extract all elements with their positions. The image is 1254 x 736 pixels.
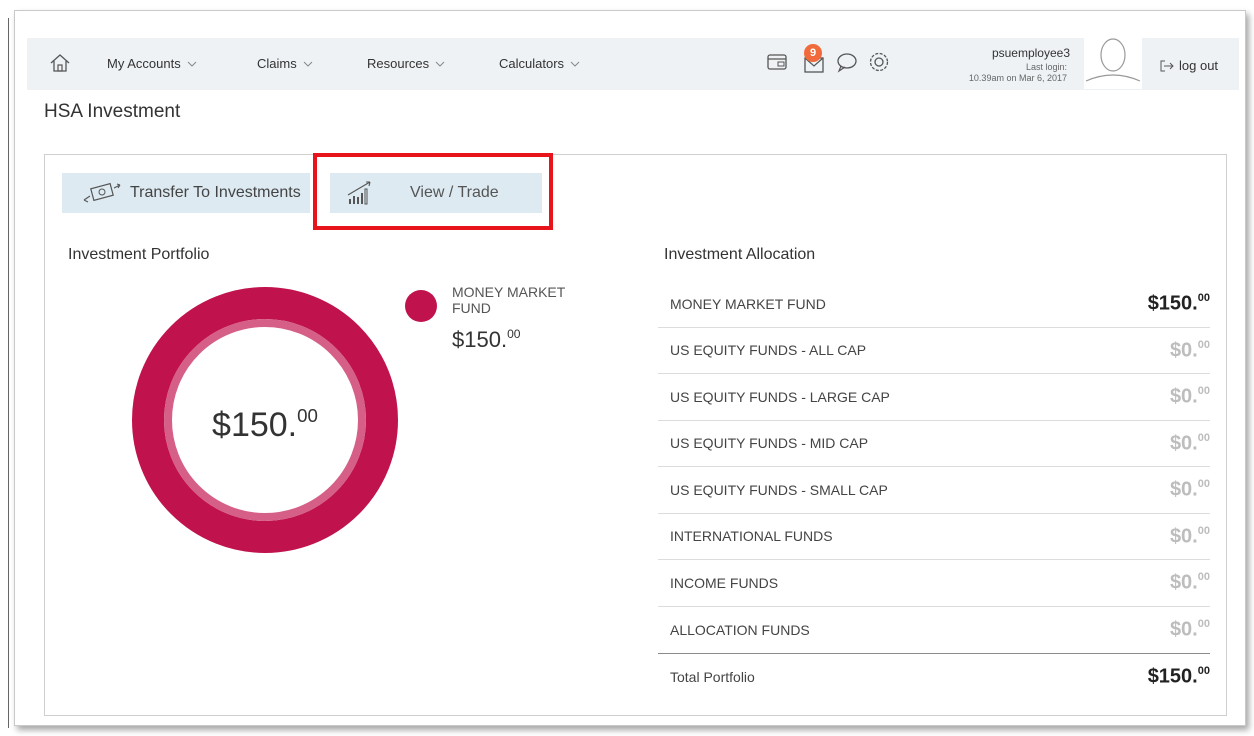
home-icon[interactable] <box>49 52 71 74</box>
last-login-value: 10.39am on Mar 6, 2017 <box>968 73 1067 83</box>
nav-calculators-label: Calculators <box>499 56 565 71</box>
fund-amount-cents: 00 <box>1197 524 1210 537</box>
legend-value: $150.00 <box>452 327 521 353</box>
legend-value-cents: 00 <box>507 327 521 341</box>
fund-amount-cents: 00 <box>1197 431 1210 444</box>
fund-amount-cents: 00 <box>1197 292 1210 305</box>
nav-resources-label: Resources <box>367 56 430 71</box>
nav-my-accounts[interactable]: My Accounts <box>107 56 197 71</box>
fund-amount-main: $0. <box>1169 524 1198 547</box>
investment-portfolio-title: Investment Portfolio <box>68 246 210 263</box>
portfolio-total-cents: 00 <box>297 405 318 426</box>
nav-claims[interactable]: Claims <box>257 56 313 71</box>
fund-name: INTERNATIONAL FUNDS <box>670 528 833 545</box>
logout-link[interactable]: log out <box>1160 58 1218 73</box>
user-name: psuemployee3 <box>991 46 1070 60</box>
fund-amount: $0.00 <box>1170 385 1210 408</box>
card-icon[interactable] <box>765 50 789 74</box>
page-title: HSA Investment <box>44 101 181 122</box>
fund-name: MONEY MARKET FUND <box>670 295 826 312</box>
portfolio-total-main: $150. <box>212 406 298 445</box>
total-amount-main: $150. <box>1147 665 1198 688</box>
allocation-row: MONEY MARKET FUND $150.00 <box>658 281 1210 328</box>
fund-amount-main: $0. <box>1169 338 1198 361</box>
legend-swatch <box>405 290 437 322</box>
chevron-down-icon <box>187 61 197 67</box>
allocation-row: US EQUITY FUNDS - ALL CAP $0.00 <box>658 328 1210 374</box>
chevron-down-icon <box>435 61 445 67</box>
nav-calculators[interactable]: Calculators <box>499 56 580 71</box>
fund-amount-main: $0. <box>1169 478 1198 501</box>
allocation-list: MONEY MARKET FUND $150.00 US EQUITY FUND… <box>658 281 1210 700</box>
total-amount-cents: 00 <box>1197 665 1210 678</box>
fund-name: US EQUITY FUNDS - LARGE CAP <box>670 388 890 405</box>
fund-amount-main: $0. <box>1169 385 1198 408</box>
fund-name: US EQUITY FUNDS - MID CAP <box>670 435 869 452</box>
allocation-row: US EQUITY FUNDS - MID CAP $0.00 <box>658 421 1210 467</box>
fund-amount: $0.00 <box>1170 571 1210 594</box>
allocation-row: US EQUITY FUNDS - LARGE CAP $0.00 <box>658 374 1210 421</box>
fund-amount-main: $0. <box>1169 618 1198 641</box>
allocation-row: ALLOCATION FUNDS $0.00 <box>658 607 1210 654</box>
message-count-badge: 9 <box>804 44 822 62</box>
nav-resources[interactable]: Resources <box>367 56 445 71</box>
allocation-row: INTERNATIONAL FUNDS $0.00 <box>658 514 1210 560</box>
fund-name: ALLOCATION FUNDS <box>670 621 810 638</box>
fund-amount: $150.00 <box>1148 292 1210 315</box>
highlight-annotation <box>313 153 553 230</box>
total-portfolio-label: Total Portfolio <box>670 668 755 685</box>
nav-my-accounts-label: My Accounts <box>107 56 181 71</box>
fund-amount-cents: 00 <box>1197 618 1210 631</box>
total-portfolio-row: Total Portfolio $150.00 <box>658 653 1210 700</box>
transfer-to-investments-label: Transfer To Investments <box>130 184 301 201</box>
fund-amount-main: $0. <box>1169 431 1198 454</box>
chevron-down-icon <box>303 61 313 67</box>
fund-amount-main: $0. <box>1169 571 1198 594</box>
chevron-down-icon <box>570 61 580 67</box>
chat-icon[interactable] <box>835 50 859 74</box>
fund-name: US EQUITY FUNDS - ALL CAP <box>670 342 867 359</box>
allocation-row: INCOME FUNDS $0.00 <box>658 560 1210 607</box>
fund-amount-cents: 00 <box>1197 478 1210 491</box>
fund-amount-cents: 00 <box>1197 571 1210 584</box>
fund-amount: $0.00 <box>1170 478 1210 501</box>
total-portfolio-amount: $150.00 <box>1148 665 1210 688</box>
fund-amount: $0.00 <box>1170 432 1210 455</box>
fund-name: INCOME FUNDS <box>670 574 779 591</box>
fund-amount: $0.00 <box>1170 618 1210 641</box>
logout-label: log out <box>1179 58 1219 73</box>
transfer-to-investments-button[interactable]: Transfer To Investments <box>62 173 310 213</box>
nav-claims-label: Claims <box>257 56 297 71</box>
gear-icon[interactable] <box>867 50 891 74</box>
avatar[interactable] <box>1084 33 1142 89</box>
fund-name: US EQUITY FUNDS - SMALL CAP <box>670 481 888 498</box>
last-login-label: Last login: <box>1025 62 1067 72</box>
fund-amount: $0.00 <box>1170 525 1210 548</box>
fund-amount-cents: 00 <box>1197 385 1210 398</box>
portfolio-total-value: $150.00 <box>130 405 400 445</box>
legend-value-main: $150. <box>452 327 508 353</box>
fund-amount: $0.00 <box>1170 339 1210 362</box>
fund-amount-main: $150. <box>1147 292 1198 315</box>
investment-allocation-title: Investment Allocation <box>664 246 816 263</box>
allocation-row: US EQUITY FUNDS - SMALL CAP $0.00 <box>658 467 1210 514</box>
logout-icon <box>1160 60 1174 71</box>
fund-amount-cents: 00 <box>1197 338 1210 351</box>
legend-label: MONEY MARKET FUND <box>452 284 566 316</box>
money-transfer-icon <box>83 182 121 203</box>
